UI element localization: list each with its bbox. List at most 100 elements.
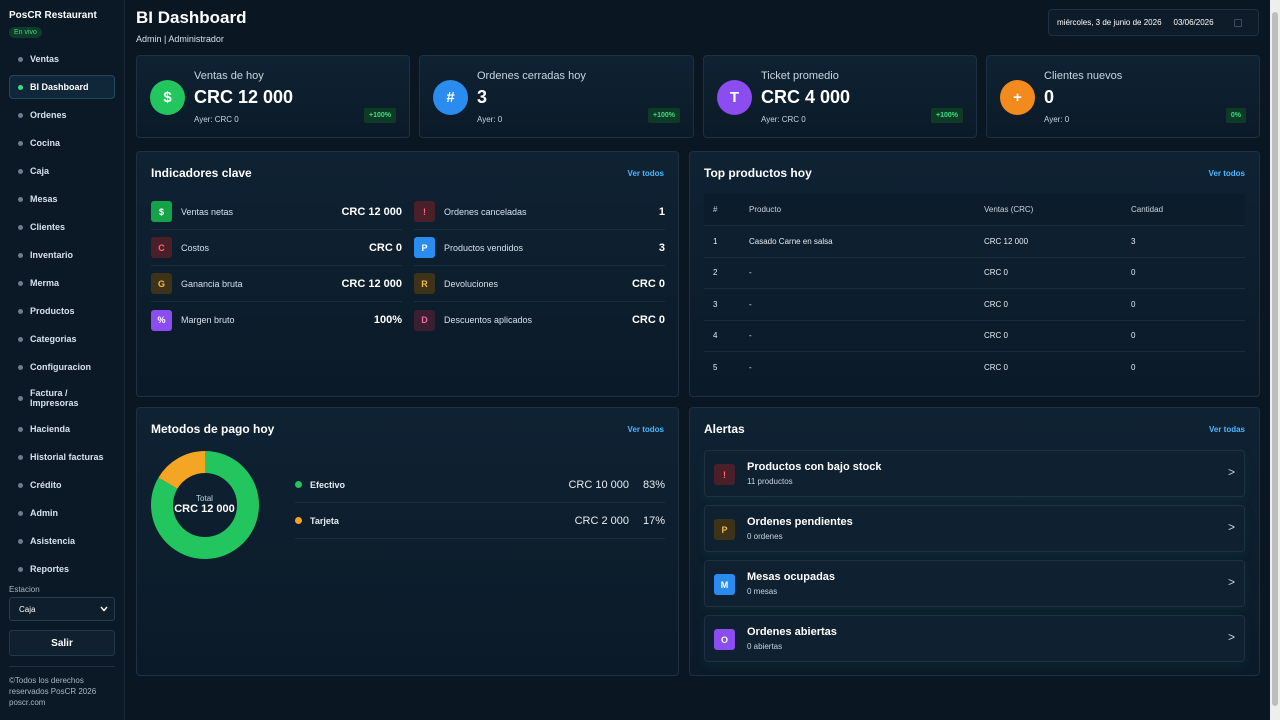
open-orders-icon: O bbox=[714, 629, 735, 650]
donut-center: Total CRC 12 000 bbox=[151, 494, 258, 515]
sidebar-item-factura-impresoras[interactable]: Factura / Impresoras bbox=[9, 383, 115, 413]
indicator-value: CRC 0 bbox=[631, 277, 665, 290]
indicator-label: Ventas netas bbox=[181, 206, 234, 217]
payment-amount: CRC 2 000 bbox=[574, 514, 629, 527]
sidebar-item-label: Asistencia bbox=[30, 536, 76, 546]
table-cell: - bbox=[749, 268, 752, 278]
alerts-view-all-link[interactable]: Ver todas bbox=[1209, 425, 1245, 434]
table-cell: CRC 12 000 bbox=[984, 236, 1029, 246]
sidebar-item-clientes[interactable]: Clientes bbox=[9, 215, 115, 239]
chevron-right-icon: > bbox=[1227, 520, 1235, 534]
sidebar-item-reportes[interactable]: Reportes bbox=[9, 557, 115, 581]
donut-total-value: CRC 12 000 bbox=[174, 503, 235, 515]
live-badge: En vivo bbox=[9, 27, 42, 38]
table-cell: 0 bbox=[1131, 331, 1136, 341]
sidebar-item-merma[interactable]: Merma bbox=[9, 271, 115, 295]
footer: ©Todos los derechos reservados PosCR 202… bbox=[9, 675, 115, 708]
payment-methods-view-all-link[interactable]: Ver todos bbox=[628, 425, 664, 434]
kpi-previous: Ayer: 0 bbox=[477, 115, 503, 124]
sidebar-item-admin[interactable]: Admin bbox=[9, 501, 115, 525]
alert-title: Productos con bajo stock bbox=[747, 461, 882, 473]
indicator-label: Descuentos aplicados bbox=[444, 315, 533, 325]
sidebar-item-ordenes[interactable]: Ordenes bbox=[9, 103, 115, 127]
sidebar-item-inventario[interactable]: Inventario bbox=[9, 243, 115, 267]
indicators-view-all-link[interactable]: Ver todos bbox=[628, 169, 664, 178]
ticket-icon: T bbox=[717, 80, 752, 115]
sidebar-item-label: Productos bbox=[30, 306, 75, 316]
tables-icon: M bbox=[714, 574, 735, 595]
sidebar-item-label: Mesas bbox=[30, 194, 58, 204]
table-cell: 0 bbox=[1131, 268, 1136, 278]
date-text: miércoles, 3 de junio de 2026 bbox=[1057, 18, 1162, 27]
dollar-icon: $ bbox=[151, 201, 172, 222]
table-cell: 3 bbox=[713, 299, 718, 309]
table-cell: - bbox=[749, 299, 752, 309]
alert-occupied-tables[interactable]: M Mesas ocupadas 0 mesas > bbox=[704, 560, 1245, 607]
sidebar-item-credito[interactable]: Crédito bbox=[9, 473, 115, 497]
sidebar-item-label: Crédito bbox=[30, 480, 62, 490]
bullet-icon bbox=[18, 566, 23, 572]
table-cell: 0 bbox=[1131, 363, 1136, 373]
bullet-icon bbox=[18, 280, 23, 286]
returns-icon: R bbox=[414, 273, 435, 294]
alert-subtitle: 0 mesas bbox=[747, 587, 778, 596]
sidebar-item-ventas[interactable]: Ventas bbox=[9, 47, 115, 71]
date-picker[interactable]: miércoles, 3 de junio de 2026 03/06/2026 bbox=[1048, 9, 1259, 36]
table-cell: 1 bbox=[713, 236, 718, 246]
alert-title: Ordenes abiertas bbox=[747, 626, 837, 638]
sidebar-item-label: Ordenes bbox=[30, 110, 67, 120]
alert-open-orders[interactable]: O Ordenes abiertas 0 abiertas > bbox=[704, 615, 1245, 662]
logout-button[interactable]: Salir bbox=[9, 630, 115, 656]
sidebar-item-label: Cocina bbox=[30, 138, 61, 148]
sidebar-item-historial-facturas[interactable]: Historial facturas bbox=[9, 445, 115, 469]
bullet-icon bbox=[18, 224, 23, 230]
calendar-icon[interactable] bbox=[1233, 18, 1242, 27]
table-cell: CRC 0 bbox=[984, 331, 1009, 341]
indicators-card: Indicadores clave Ver todos $ Ventas net… bbox=[136, 151, 679, 397]
sidebar-item-bi-dashboard[interactable]: BI Dashboard bbox=[9, 75, 115, 99]
top-products-table: # Producto Ventas (CRC) Cantidad 1 Casad… bbox=[704, 194, 1245, 384]
sidebar-item-label: Configuracion bbox=[30, 362, 91, 372]
sidebar-item-label: Reportes bbox=[30, 564, 70, 574]
legend-dot bbox=[295, 517, 302, 524]
indicator-label: Productos vendidos bbox=[444, 242, 524, 253]
main-content: BI Dashboard Admin | Administrador miérc… bbox=[125, 0, 1270, 720]
sidebar-item-configuracion[interactable]: Configuracion bbox=[9, 355, 115, 379]
chevron-right-icon: > bbox=[1227, 575, 1235, 589]
bullet-icon bbox=[18, 426, 23, 432]
bullet-icon bbox=[18, 308, 23, 314]
sidebar-item-asistencia[interactable]: Asistencia bbox=[9, 529, 115, 553]
kpi-change-badge: +100% bbox=[648, 108, 680, 123]
indicator-value: 100% bbox=[373, 314, 402, 326]
sidebar-item-productos[interactable]: Productos bbox=[9, 299, 115, 323]
table-row: 1 Casado Carne en salsa CRC 12 000 3 bbox=[704, 226, 1245, 258]
station-select[interactable]: Caja bbox=[9, 597, 115, 621]
sidebar-item-categorias[interactable]: Categorias bbox=[9, 327, 115, 351]
column-header: Producto bbox=[749, 205, 782, 214]
sidebar-item-hacienda[interactable]: Hacienda bbox=[9, 417, 115, 441]
sidebar-item-cocina[interactable]: Cocina bbox=[9, 131, 115, 155]
alert-low-stock[interactable]: ! Productos con bajo stock 11 productos … bbox=[704, 450, 1245, 497]
table-cell: - bbox=[749, 363, 752, 373]
sidebar-item-label: Historial facturas bbox=[30, 452, 104, 462]
alert-pending-orders[interactable]: P Ordenes pendientes 0 ordenes > bbox=[704, 505, 1245, 552]
column-header: Cantidad bbox=[1131, 205, 1164, 214]
chevron-down-icon bbox=[100, 606, 108, 612]
sidebar-item-caja[interactable]: Caja bbox=[9, 159, 115, 183]
bullet-icon bbox=[18, 112, 23, 118]
alert-title: Mesas ocupadas bbox=[747, 571, 836, 583]
page-scrollbar[interactable] bbox=[1270, 0, 1280, 720]
payment-methods-title: Metodos de pago hoy bbox=[151, 422, 275, 436]
bullet-icon bbox=[18, 364, 23, 370]
indicator-row: C Costos CRC 0 bbox=[151, 230, 402, 266]
scrollbar-thumb[interactable] bbox=[1272, 12, 1278, 706]
kpi-label: Ticket promedio bbox=[761, 70, 839, 82]
chevron-right-icon: > bbox=[1227, 630, 1235, 644]
top-products-view-all-link[interactable]: Ver todos bbox=[1209, 169, 1245, 178]
indicator-value: CRC 12 000 bbox=[341, 277, 402, 290]
divider bbox=[9, 666, 115, 667]
kpi-value: 3 bbox=[477, 87, 488, 107]
sidebar-item-mesas[interactable]: Mesas bbox=[9, 187, 115, 211]
date-input[interactable]: 03/06/2026 bbox=[1174, 18, 1214, 27]
bullet-icon bbox=[18, 252, 23, 258]
